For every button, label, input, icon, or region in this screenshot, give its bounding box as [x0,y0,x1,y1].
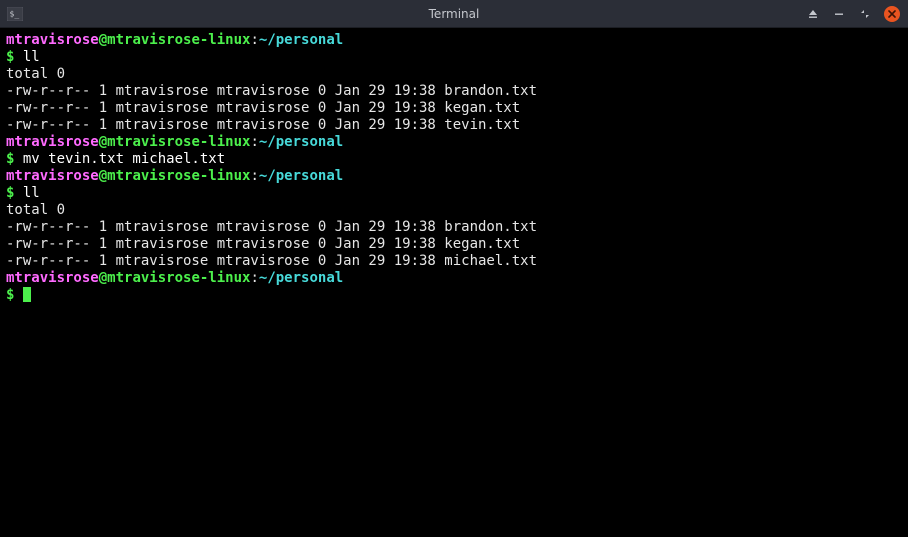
prompt-path: ~/personal [259,134,343,150]
prompt-path: ~/personal [259,168,343,184]
output-line: total 0 [6,202,902,219]
prompt-sep: : [250,270,258,286]
command-text: ll [23,185,40,201]
titlebar: $_ Terminal [0,0,908,28]
output-line: -rw-r--r-- 1 mtravisrose mtravisrose 0 J… [6,253,902,270]
prompt-user: mtravisrose [6,32,99,48]
command-text: ll [23,49,40,65]
prompt-line: mtravisrose@mtravisrose-linux:~/personal [6,134,902,151]
prompt-user: mtravisrose [6,168,99,184]
prompt-sep: : [250,32,258,48]
terminal-window: $_ Terminal mtravisrose@mtravisr [0,0,908,537]
output-line: -rw-r--r-- 1 mtravisrose mtravisrose 0 J… [6,117,902,134]
svg-text:$_: $_ [10,9,20,18]
prompt-sep: : [250,168,258,184]
prompt-host: mtravisrose-linux [107,270,250,286]
command-text: mv tevin.txt michael.txt [23,151,225,167]
prompt-user: mtravisrose [6,270,99,286]
prompt-line: mtravisrose@mtravisrose-linux:~/personal [6,168,902,185]
minimize-button[interactable] [828,3,850,25]
maximize-button[interactable] [854,3,876,25]
prompt-dollar: $ [6,287,23,303]
output-line: -rw-r--r-- 1 mtravisrose mtravisrose 0 J… [6,219,902,236]
prompt-user: mtravisrose [6,134,99,150]
prompt-dollar: $ [6,49,23,65]
prompt-at: @ [99,134,107,150]
window-title: Terminal [429,7,480,21]
prompt-line: mtravisrose@mtravisrose-linux:~/personal [6,270,902,287]
prompt-sep: : [250,134,258,150]
output-line: -rw-r--r-- 1 mtravisrose mtravisrose 0 J… [6,83,902,100]
terminal-content[interactable]: mtravisrose@mtravisrose-linux:~/personal… [0,28,908,537]
prompt-line: mtravisrose@mtravisrose-linux:~/personal [6,32,902,49]
prompt-path: ~/personal [259,32,343,48]
prompt-at: @ [99,270,107,286]
prompt-dollar: $ [6,185,23,201]
prompt-at: @ [99,168,107,184]
close-button[interactable] [884,6,900,22]
prompt-dollar: $ [6,151,23,167]
output-line: -rw-r--r-- 1 mtravisrose mtravisrose 0 J… [6,100,902,117]
prompt-host: mtravisrose-linux [107,134,250,150]
command-line[interactable]: $ [6,287,902,304]
prompt-host: mtravisrose-linux [107,168,250,184]
command-line: $ ll [6,185,902,202]
prompt-host: mtravisrose-linux [107,32,250,48]
cursor [23,287,31,302]
command-line: $ mv tevin.txt michael.txt [6,151,902,168]
output-line: -rw-r--r-- 1 mtravisrose mtravisrose 0 J… [6,236,902,253]
prompt-at: @ [99,32,107,48]
output-line: total 0 [6,66,902,83]
terminal-app-icon: $_ [6,5,24,23]
eject-button[interactable] [802,3,824,25]
prompt-path: ~/personal [259,270,343,286]
command-line: $ ll [6,49,902,66]
